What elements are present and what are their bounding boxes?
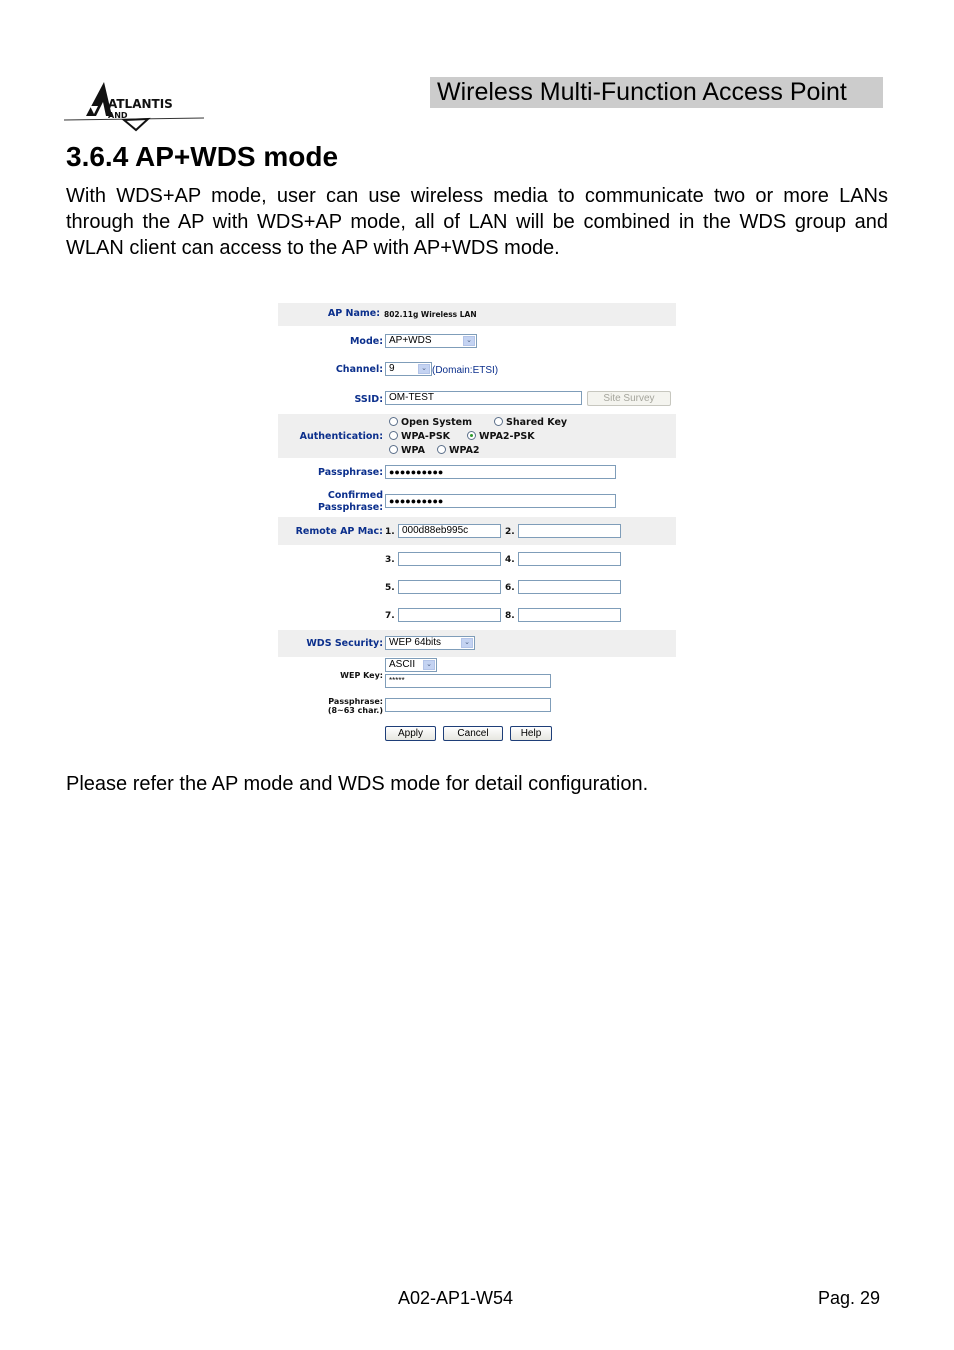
ap-wds-config-screenshot: AP Name: 802.11g Wireless LAN Mode: AP+W…: [278, 303, 676, 745]
remote-mac-input-2[interactable]: [518, 524, 621, 538]
radio-open-system[interactable]: [389, 417, 398, 426]
ssid-label: SSID:: [354, 394, 383, 405]
wds-security-label: WDS Security:: [306, 638, 383, 649]
ssid-row: SSID: OM-TEST Site Survey: [278, 384, 676, 414]
radio-wpa[interactable]: [389, 445, 398, 454]
confirmed-label-line1: Confirmed: [327, 490, 383, 501]
wep-key-label: WEP Key:: [340, 671, 383, 680]
authentication-row: Authentication: Open System Shared Key W…: [278, 414, 676, 458]
remote-ap-mac-row-1: Remote AP Mac: 1. 000d88eb995c 2.: [278, 517, 676, 545]
footer-page-number: Pag. 29: [818, 1288, 881, 1308]
product-title-bar: Wireless Multi-Function Access Point: [430, 77, 883, 108]
site-survey-button[interactable]: Site Survey: [587, 391, 671, 406]
mac-index: 4.: [505, 555, 515, 565]
radio-shared-key[interactable]: [494, 417, 503, 426]
chevron-down-icon[interactable]: ⌄: [418, 364, 430, 374]
channel-domain: (Domain:ETSI): [432, 365, 499, 376]
channel-row: Channel: 9 ⌄ (Domain:ETSI): [278, 356, 676, 384]
chevron-down-icon[interactable]: ⌄: [463, 336, 475, 346]
auth-option-open-system[interactable]: Open System: [389, 417, 472, 428]
channel-select[interactable]: 9 ⌄: [385, 362, 432, 376]
wds-security-select[interactable]: WEP 64bits ⌄: [385, 636, 475, 650]
wds-security-row: WDS Security: WEP 64bits ⌄: [278, 630, 676, 657]
remote-mac-input-7[interactable]: [398, 608, 501, 622]
confirmed-passphrase-row: Confirmed Passphrase: ●●●●●●●●●●: [278, 484, 676, 517]
remote-ap-mac-row-3: 5. 6.: [278, 573, 676, 601]
form-buttons-row: Apply Cancel Help: [278, 719, 676, 745]
chevron-down-icon[interactable]: ⌄: [423, 660, 435, 670]
remote-mac-input-4[interactable]: [518, 552, 621, 566]
wep-key-format-select[interactable]: ASCII ⌄: [385, 658, 437, 672]
auth-option-label: WPA-PSK: [401, 431, 451, 442]
wep-key-row: ASCII ⌄ WEP Key: *****: [278, 657, 676, 695]
mac-index: 8.: [505, 611, 515, 621]
mac-index: 6.: [505, 583, 515, 593]
cancel-button[interactable]: Cancel: [443, 726, 503, 741]
remote-mac-input-5[interactable]: [398, 580, 501, 594]
wds-passphrase-label-line1: Passphrase:: [328, 697, 383, 706]
chevron-down-icon[interactable]: ⌄: [461, 638, 473, 648]
mac-index: 7.: [385, 611, 395, 621]
mac-index: 5.: [385, 583, 395, 593]
auth-option-wpa2-psk[interactable]: WPA2-PSK: [467, 431, 535, 442]
confirmed-label-line2: Passphrase:: [318, 502, 383, 513]
ap-name-row: AP Name: 802.11g Wireless LAN: [278, 303, 676, 326]
wds-passphrase-input[interactable]: [385, 698, 551, 712]
passphrase-input[interactable]: ●●●●●●●●●●: [385, 465, 616, 479]
mac-index: 3.: [385, 555, 395, 565]
ssid-input[interactable]: OM-TEST: [385, 391, 582, 405]
auth-option-label: WPA: [401, 445, 425, 456]
remote-ap-mac-label: Remote AP Mac:: [295, 526, 383, 537]
help-button[interactable]: Help: [510, 726, 552, 741]
remote-mac-input-1[interactable]: 000d88eb995c: [398, 524, 501, 538]
mode-select[interactable]: AP+WDS ⌄: [385, 334, 477, 348]
remote-mac-input-3[interactable]: [398, 552, 501, 566]
mode-label: Mode:: [349, 336, 383, 347]
passphrase-label: Passphrase:: [318, 467, 383, 478]
outro-paragraph: Please refer the AP mode and WDS mode fo…: [66, 773, 649, 795]
apply-button[interactable]: Apply: [385, 726, 436, 741]
auth-option-wpa-psk[interactable]: WPA-PSK: [389, 431, 450, 442]
footer-model-number: A02-AP1-W54: [398, 1288, 514, 1308]
wds-passphrase-label-line2: (8~63 char.): [327, 706, 383, 715]
intro-paragraph: With WDS+AP mode, user can use wireless …: [66, 185, 888, 259]
auth-option-label: Open System: [401, 417, 472, 428]
confirmed-passphrase-input[interactable]: ●●●●●●●●●●: [385, 494, 616, 508]
radio-wpa2-psk-selected[interactable]: [467, 431, 476, 440]
logo-text: ATLANTIS: [108, 97, 173, 111]
auth-option-label: WPA2-PSK: [479, 431, 535, 442]
mode-row: Mode: AP+WDS ⌄: [278, 326, 676, 356]
mac-index: 1.: [385, 527, 395, 537]
atlantis-land-logo: ATLANTIS AND: [63, 78, 205, 140]
logo-subtext: AND: [108, 111, 128, 120]
mac-index: 2.: [505, 527, 515, 537]
remote-ap-mac-row-2: 3. 4.: [278, 545, 676, 573]
wds-security-select-value: WEP 64bits: [389, 637, 442, 648]
auth-option-wpa[interactable]: WPA: [389, 445, 425, 456]
remote-ap-mac-row-4: 7. 8.: [278, 601, 676, 629]
authentication-label: Authentication:: [299, 431, 383, 442]
wep-key-format-value: ASCII: [389, 659, 416, 670]
radio-wpa2[interactable]: [437, 445, 446, 454]
section-title: 3.6.4 AP+WDS mode: [66, 141, 339, 172]
ap-name-value: 802.11g Wireless LAN: [384, 310, 477, 319]
wep-key-input[interactable]: *****: [385, 674, 551, 688]
remote-mac-input-8[interactable]: [518, 608, 621, 622]
passphrase-row: Passphrase: ●●●●●●●●●●: [278, 458, 676, 484]
radio-wpa-psk[interactable]: [389, 431, 398, 440]
channel-select-value: 9: [389, 363, 395, 374]
ap-name-label: AP Name:: [327, 308, 380, 319]
wds-passphrase-row: Passphrase: (8~63 char.): [278, 695, 676, 719]
remote-mac-input-6[interactable]: [518, 580, 621, 594]
mode-select-value: AP+WDS: [389, 335, 432, 346]
auth-option-shared-key[interactable]: Shared Key: [494, 417, 567, 428]
auth-option-label: Shared Key: [506, 417, 568, 428]
auth-option-wpa2[interactable]: WPA2: [437, 445, 480, 456]
auth-option-label: WPA2: [449, 445, 480, 456]
channel-label: Channel:: [335, 364, 383, 375]
